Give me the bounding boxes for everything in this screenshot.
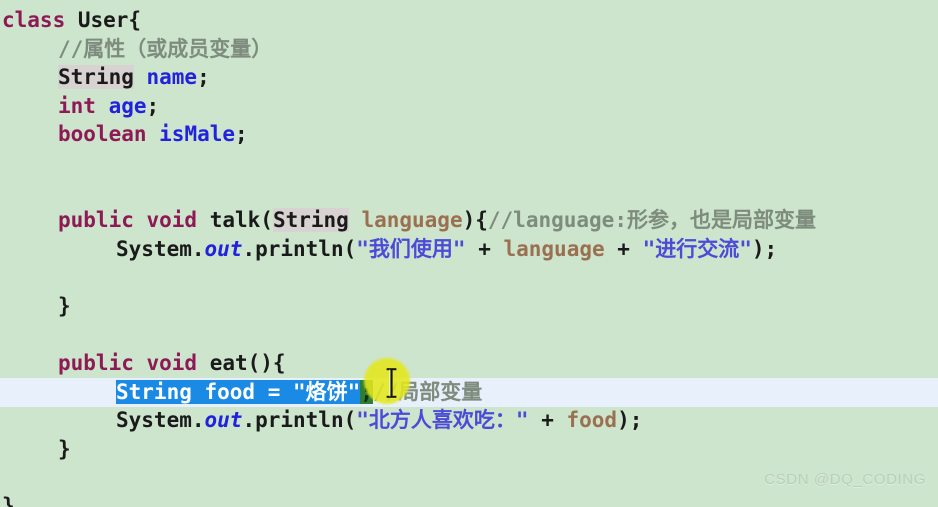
keyword-boolean: boolean xyxy=(58,122,147,147)
param-language: language xyxy=(503,236,605,261)
string-literal-food: "烙饼" xyxy=(293,379,361,404)
watermark: CSDN @DQ_CODING xyxy=(764,471,926,489)
println-call: .println( xyxy=(242,408,357,433)
field-age: age xyxy=(95,93,147,118)
code-line-6-blank[interactable] xyxy=(0,149,938,178)
paren-brace: ){ xyxy=(462,208,488,233)
code-line-4[interactable]: int age; xyxy=(0,92,938,121)
semicolon: ; xyxy=(235,122,248,147)
comment-language: //language:形参，也是局部变量 xyxy=(487,208,816,233)
operator-plus: + xyxy=(465,236,504,261)
code-line-15[interactable]: System.out.println("北方人喜欢吃：" + food); xyxy=(0,406,938,435)
semicolon: ; xyxy=(146,93,160,118)
string-literal-2: "进行交流" xyxy=(642,236,752,261)
keyword-class: class xyxy=(2,8,66,32)
code-line-5[interactable]: boolean isMale; xyxy=(0,120,938,149)
blank xyxy=(2,323,15,347)
operator-plus: + xyxy=(528,408,567,433)
field-ismale: isMale xyxy=(146,122,236,147)
string-literal-3: "北方人喜欢吃：" xyxy=(356,408,529,433)
call-tail: ); xyxy=(617,408,643,433)
var-food: food xyxy=(191,379,256,404)
method-talk: talk( xyxy=(197,208,273,233)
call-tail: ); xyxy=(751,236,778,261)
code-content[interactable]: class User{ //属性（或成员变量） String name; int… xyxy=(0,0,938,507)
closing-brace-eat: } xyxy=(58,436,71,461)
static-field-out: out xyxy=(204,408,243,433)
blank xyxy=(2,180,15,204)
closing-brace-talk: } xyxy=(58,293,71,318)
method-eat: eat(){ xyxy=(197,351,286,376)
keyword-public: public xyxy=(58,351,134,376)
code-line-9[interactable]: System.out.println("我们使用" + language + "… xyxy=(0,235,938,264)
code-line-7-blank[interactable] xyxy=(0,178,938,207)
code-line-1[interactable]: class User{ xyxy=(0,6,938,35)
static-field-out: out xyxy=(204,236,243,261)
keyword-void: void xyxy=(133,208,198,233)
code-line-16[interactable]: } xyxy=(0,435,938,464)
var-food: food xyxy=(566,408,618,433)
class-name: User{ xyxy=(65,8,142,32)
type-string: String xyxy=(58,65,134,90)
code-line-8[interactable]: public void talk(String language){//lang… xyxy=(0,206,938,235)
comment-fields: //属性（或成员变量） xyxy=(58,36,273,61)
type-string: String xyxy=(272,208,349,233)
keyword-int: int xyxy=(58,93,96,118)
blank xyxy=(2,265,15,289)
system-prefix: System. xyxy=(116,236,205,261)
type-string: String xyxy=(116,379,192,404)
semicolon: ; xyxy=(197,65,210,90)
string-literal-1: "我们使用" xyxy=(356,236,466,261)
blank xyxy=(2,151,15,175)
println-call: .println( xyxy=(242,236,357,261)
blank xyxy=(2,466,15,490)
code-line-10-blank[interactable] xyxy=(0,263,938,292)
code-line-14-selected[interactable]: String food = "烙饼";//局部变量 xyxy=(0,378,938,407)
code-editor[interactable]: class User{ //属性（或成员变量） String name; int… xyxy=(0,0,938,507)
system-prefix: System. xyxy=(116,408,205,433)
param-language: language xyxy=(348,208,463,233)
field-name: name xyxy=(133,65,198,90)
text-cursor-icon xyxy=(386,368,397,398)
operator-plus: + xyxy=(604,236,643,261)
code-line-3[interactable]: String name; xyxy=(0,63,938,92)
selected-declaration[interactable]: String food = "烙饼" xyxy=(116,379,361,404)
keyword-void: void xyxy=(133,351,198,376)
code-line-12-blank[interactable] xyxy=(0,321,938,350)
closing-brace-class: } xyxy=(2,494,15,507)
assign-operator: = xyxy=(255,379,294,404)
code-line-11[interactable]: } xyxy=(0,292,938,321)
code-line-13[interactable]: public void eat(){ xyxy=(0,349,938,378)
code-line-2[interactable]: //属性（或成员变量） xyxy=(0,35,938,64)
keyword-public: public xyxy=(58,208,134,233)
